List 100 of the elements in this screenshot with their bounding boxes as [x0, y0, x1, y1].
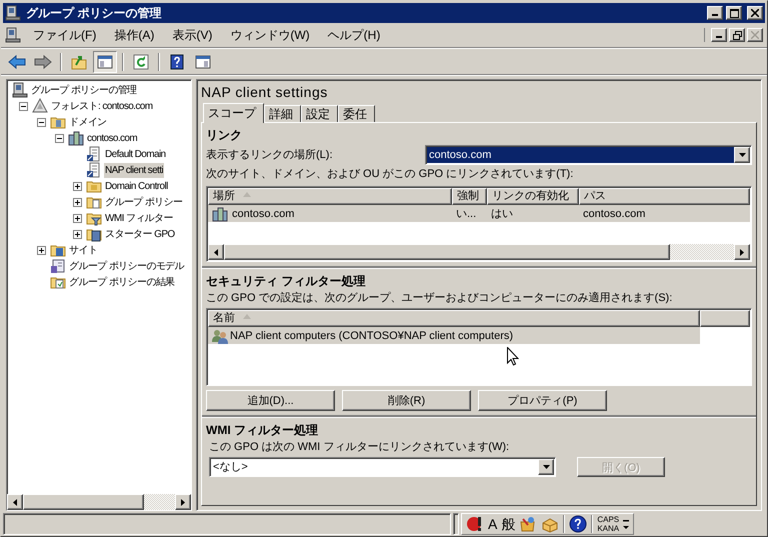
tree-item[interactable]: Domain Controll	[104, 178, 169, 194]
folder-up-icon	[71, 54, 87, 70]
menu-item[interactable]: 操作(A)	[106, 24, 162, 46]
minimize-button[interactable]	[707, 6, 723, 20]
tree-item[interactable]: NAP client setti	[104, 162, 164, 178]
mouse-cursor-icon	[507, 347, 519, 366]
right-arrow-icon	[740, 248, 744, 256]
back-arrow-icon	[8, 54, 26, 70]
app-icon	[5, 5, 21, 21]
right-arrow-icon	[181, 498, 185, 506]
table-cell: NAP client computers (CONTOSO¥NAP client computers)	[230, 330, 514, 342]
column-header[interactable]: 場所	[208, 188, 452, 205]
expand-toggle[interactable]	[37, 246, 46, 254]
tree-item[interactable]: Default Domain	[104, 146, 167, 162]
help-icon[interactable]	[569, 515, 588, 533]
triangle-icon	[32, 98, 48, 114]
window-title: グループ ポリシーの管理	[26, 4, 162, 22]
sort-arrow-icon	[243, 192, 251, 197]
toolbar-button[interactable]	[93, 51, 117, 73]
menu-item[interactable]: 表示(V)	[164, 24, 220, 46]
column-header[interactable]: リンクの有効化	[487, 188, 579, 205]
details-title: NAP client settings	[201, 83, 329, 101]
maximize-button[interactable]	[726, 6, 742, 20]
tab[interactable]: 設定	[301, 105, 338, 122]
close-button[interactable]	[747, 28, 763, 42]
dropdown-arrow-icon	[542, 465, 550, 469]
action-button[interactable]: 追加(D)...	[206, 390, 335, 411]
document-icon	[86, 146, 102, 162]
description-text: この GPO での設定は、次のグループ、ユーザーおよびコンピューターにのみ適用されます(S):	[206, 290, 674, 306]
scroll-left-button[interactable]	[7, 494, 23, 510]
restore-icon	[732, 30, 742, 40]
tree-item[interactable]: サイト	[68, 242, 98, 258]
action-button[interactable]: 削除(R)	[342, 390, 471, 411]
action-button[interactable]: プロパティ(P)	[478, 390, 607, 411]
tree-item[interactable]: WMI フィルター	[104, 210, 174, 226]
restore-button[interactable]	[729, 28, 745, 42]
menu-item[interactable]: ウィンドウ(W)	[222, 24, 318, 46]
tab[interactable]: 詳細	[264, 105, 301, 122]
expand-toggle[interactable]	[73, 230, 82, 238]
users-icon	[212, 328, 228, 344]
tree-item[interactable]: スターター GPO	[104, 226, 176, 242]
minimize-icon	[716, 36, 722, 38]
column-header[interactable]: 名前	[208, 310, 700, 327]
table-cell-text: い...	[456, 207, 476, 221]
tab[interactable]: スコープ	[203, 103, 264, 123]
menu-item[interactable]: ファイル(F)	[25, 24, 104, 46]
scroll-thumb[interactable]	[23, 494, 144, 510]
field-label: 表示するリンクの場所(L):	[206, 148, 332, 162]
column-header[interactable]: 強制	[452, 188, 487, 205]
scroll-right-button[interactable]	[175, 494, 191, 510]
minimize-button[interactable]	[711, 28, 727, 42]
server-icon	[68, 130, 84, 146]
section-heading: WMI フィルター処理	[206, 422, 319, 439]
tree-item[interactable]: グループ ポリシーの結果	[68, 274, 176, 290]
tree-item[interactable]: グループ ポリシーのモデル	[68, 258, 185, 274]
table-cell-text: はい	[491, 207, 513, 221]
ball-icon[interactable]	[466, 515, 484, 533]
section-heading: セキュリティ フィルター処理	[206, 273, 366, 290]
table-cell: contoso.com	[583, 208, 646, 220]
tree-item[interactable]: contoso.com	[86, 130, 138, 146]
scroll-thumb[interactable]	[224, 244, 670, 260]
console-icon	[12, 82, 28, 98]
close-button[interactable]	[747, 6, 763, 20]
scroll-right-button[interactable]	[734, 244, 750, 260]
location-dropdown[interactable]: contoso.com	[425, 145, 752, 165]
close-icon	[751, 9, 759, 17]
column-header[interactable]: パス	[579, 188, 750, 205]
tree-item[interactable]: グループ ポリシー	[104, 194, 184, 210]
tree-item[interactable]: フォレスト: contoso.com	[50, 98, 154, 114]
input-mode-text[interactable]: A	[488, 515, 498, 533]
description-text: 次のサイト、ドメイン、および OU がこの GPO にリンクされています(T):	[206, 167, 574, 182]
close-icon	[751, 31, 759, 39]
kana-indicator: KANA	[597, 524, 620, 533]
expand-toggle[interactable]	[55, 134, 64, 142]
dropdown-arrow-icon	[738, 153, 746, 157]
sort-arrow-icon	[243, 314, 251, 319]
tree-item[interactable]: ドメイン	[68, 114, 108, 130]
expand-toggle[interactable]	[73, 198, 82, 206]
section-heading: リンク	[206, 127, 243, 144]
tab[interactable]: 委任	[338, 105, 375, 122]
caps-indicator: CAPS	[597, 515, 620, 524]
minimize-icon	[712, 14, 718, 16]
pad-icon[interactable]	[519, 515, 538, 533]
expand-toggle[interactable]	[19, 102, 28, 110]
expand-toggle[interactable]	[73, 214, 82, 222]
action-pane-icon	[195, 54, 211, 70]
expand-toggle[interactable]	[73, 182, 82, 190]
forward-arrow-icon	[34, 54, 52, 70]
document-icon	[86, 162, 102, 178]
report-icon	[50, 258, 66, 274]
expand-toggle[interactable]	[37, 118, 46, 126]
tree-item[interactable]: グループ ポリシーの管理	[30, 82, 138, 98]
help-icon	[169, 54, 185, 70]
wmi-filter-dropdown[interactable]: <なし>	[209, 457, 556, 477]
refresh-icon	[133, 54, 149, 70]
description-text: この GPO は次の WMI フィルターにリンクされています(W):	[208, 440, 510, 455]
conversion-mode-text[interactable]: 般	[501, 515, 516, 533]
left-arrow-icon	[214, 248, 218, 256]
scroll-left-button[interactable]	[208, 244, 224, 260]
menu-item[interactable]: ヘルプ(H)	[320, 24, 388, 46]
